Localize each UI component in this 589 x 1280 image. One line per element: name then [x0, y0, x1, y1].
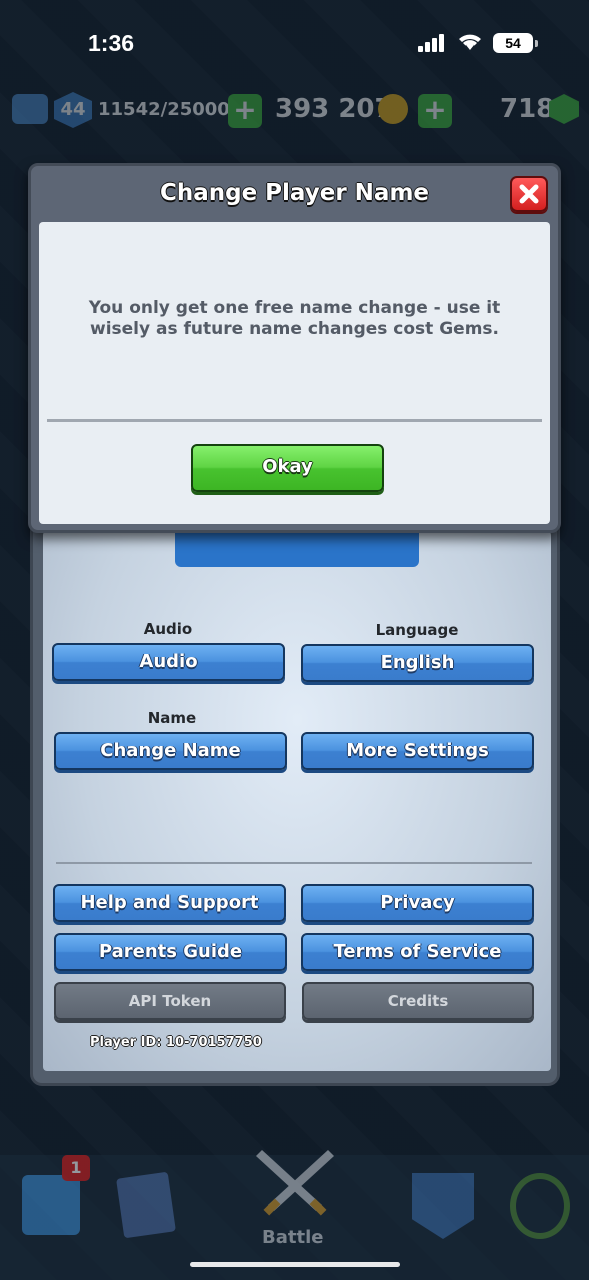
settings-divider [56, 862, 532, 864]
nav-tab-shop[interactable]: 1 [0, 1155, 100, 1265]
signal-icon [418, 34, 446, 52]
close-icon [519, 184, 539, 204]
audio-button[interactable]: Audio [52, 643, 285, 681]
battery-icon: 54 [493, 33, 538, 53]
cards-icon [116, 1171, 176, 1239]
plus-icon[interactable]: + [418, 94, 452, 128]
coin-icon [378, 94, 408, 124]
dialog-title: Change Player Name [159, 180, 430, 206]
wifi-icon [459, 34, 481, 50]
language-section-label: Language [375, 621, 459, 639]
nav-tab-events[interactable] [498, 1155, 589, 1265]
help-support-button[interactable]: Help and Support [53, 884, 286, 922]
audio-section-label: Audio [143, 620, 193, 638]
resource-bar: 44 11542/25000 + 393 207 + 718 [0, 90, 589, 134]
nav-tab-cards[interactable] [108, 1155, 198, 1265]
name-section-label: Name [147, 709, 197, 727]
player-id: Player ID: 10-70157750 [90, 1035, 262, 1050]
home-indicator[interactable] [190, 1262, 400, 1267]
dialog-divider [47, 419, 542, 422]
shop-icon [22, 1175, 80, 1235]
more-settings-button[interactable]: More Settings [301, 732, 534, 770]
status-time: 1:36 [88, 30, 135, 56]
api-token-button[interactable]: API Token [54, 982, 286, 1020]
privacy-button[interactable]: Privacy [301, 884, 534, 922]
dialog-body: You only get one free name change - use … [39, 222, 550, 524]
terms-of-service-button[interactable]: Terms of Service [301, 933, 534, 971]
gem-count: 718 [500, 94, 555, 124]
nav-tab-clan[interactable] [402, 1155, 492, 1265]
battle-label: Battle [262, 1227, 324, 1248]
status-bar: 1:36 54 [0, 0, 589, 86]
close-button[interactable] [510, 176, 548, 212]
plus-icon[interactable]: + [228, 94, 262, 128]
change-name-button[interactable]: Change Name [54, 732, 287, 770]
gold-count: 393 207 [275, 94, 393, 124]
dialog-message: You only get one free name change - use … [88, 298, 501, 339]
battle-swords-icon [256, 1150, 334, 1216]
language-button[interactable]: English [301, 644, 534, 682]
xp-progress: 11542/25000 [98, 99, 230, 120]
okay-button[interactable]: Okay [191, 444, 384, 492]
change-name-dialog: Change Player Name You only get one free… [28, 163, 561, 533]
nav-tab-battle[interactable]: Battle [200, 1150, 390, 1265]
credits-button[interactable]: Credits [302, 982, 534, 1020]
parents-guide-button[interactable]: Parents Guide [54, 933, 287, 971]
trophy-icon [510, 1173, 570, 1239]
tab-controls[interactable] [175, 531, 419, 567]
notification-badge: 1 [62, 1155, 90, 1181]
level-badge: 44 [54, 92, 92, 128]
crown-icon[interactable] [12, 94, 48, 124]
clan-icon [412, 1173, 474, 1239]
